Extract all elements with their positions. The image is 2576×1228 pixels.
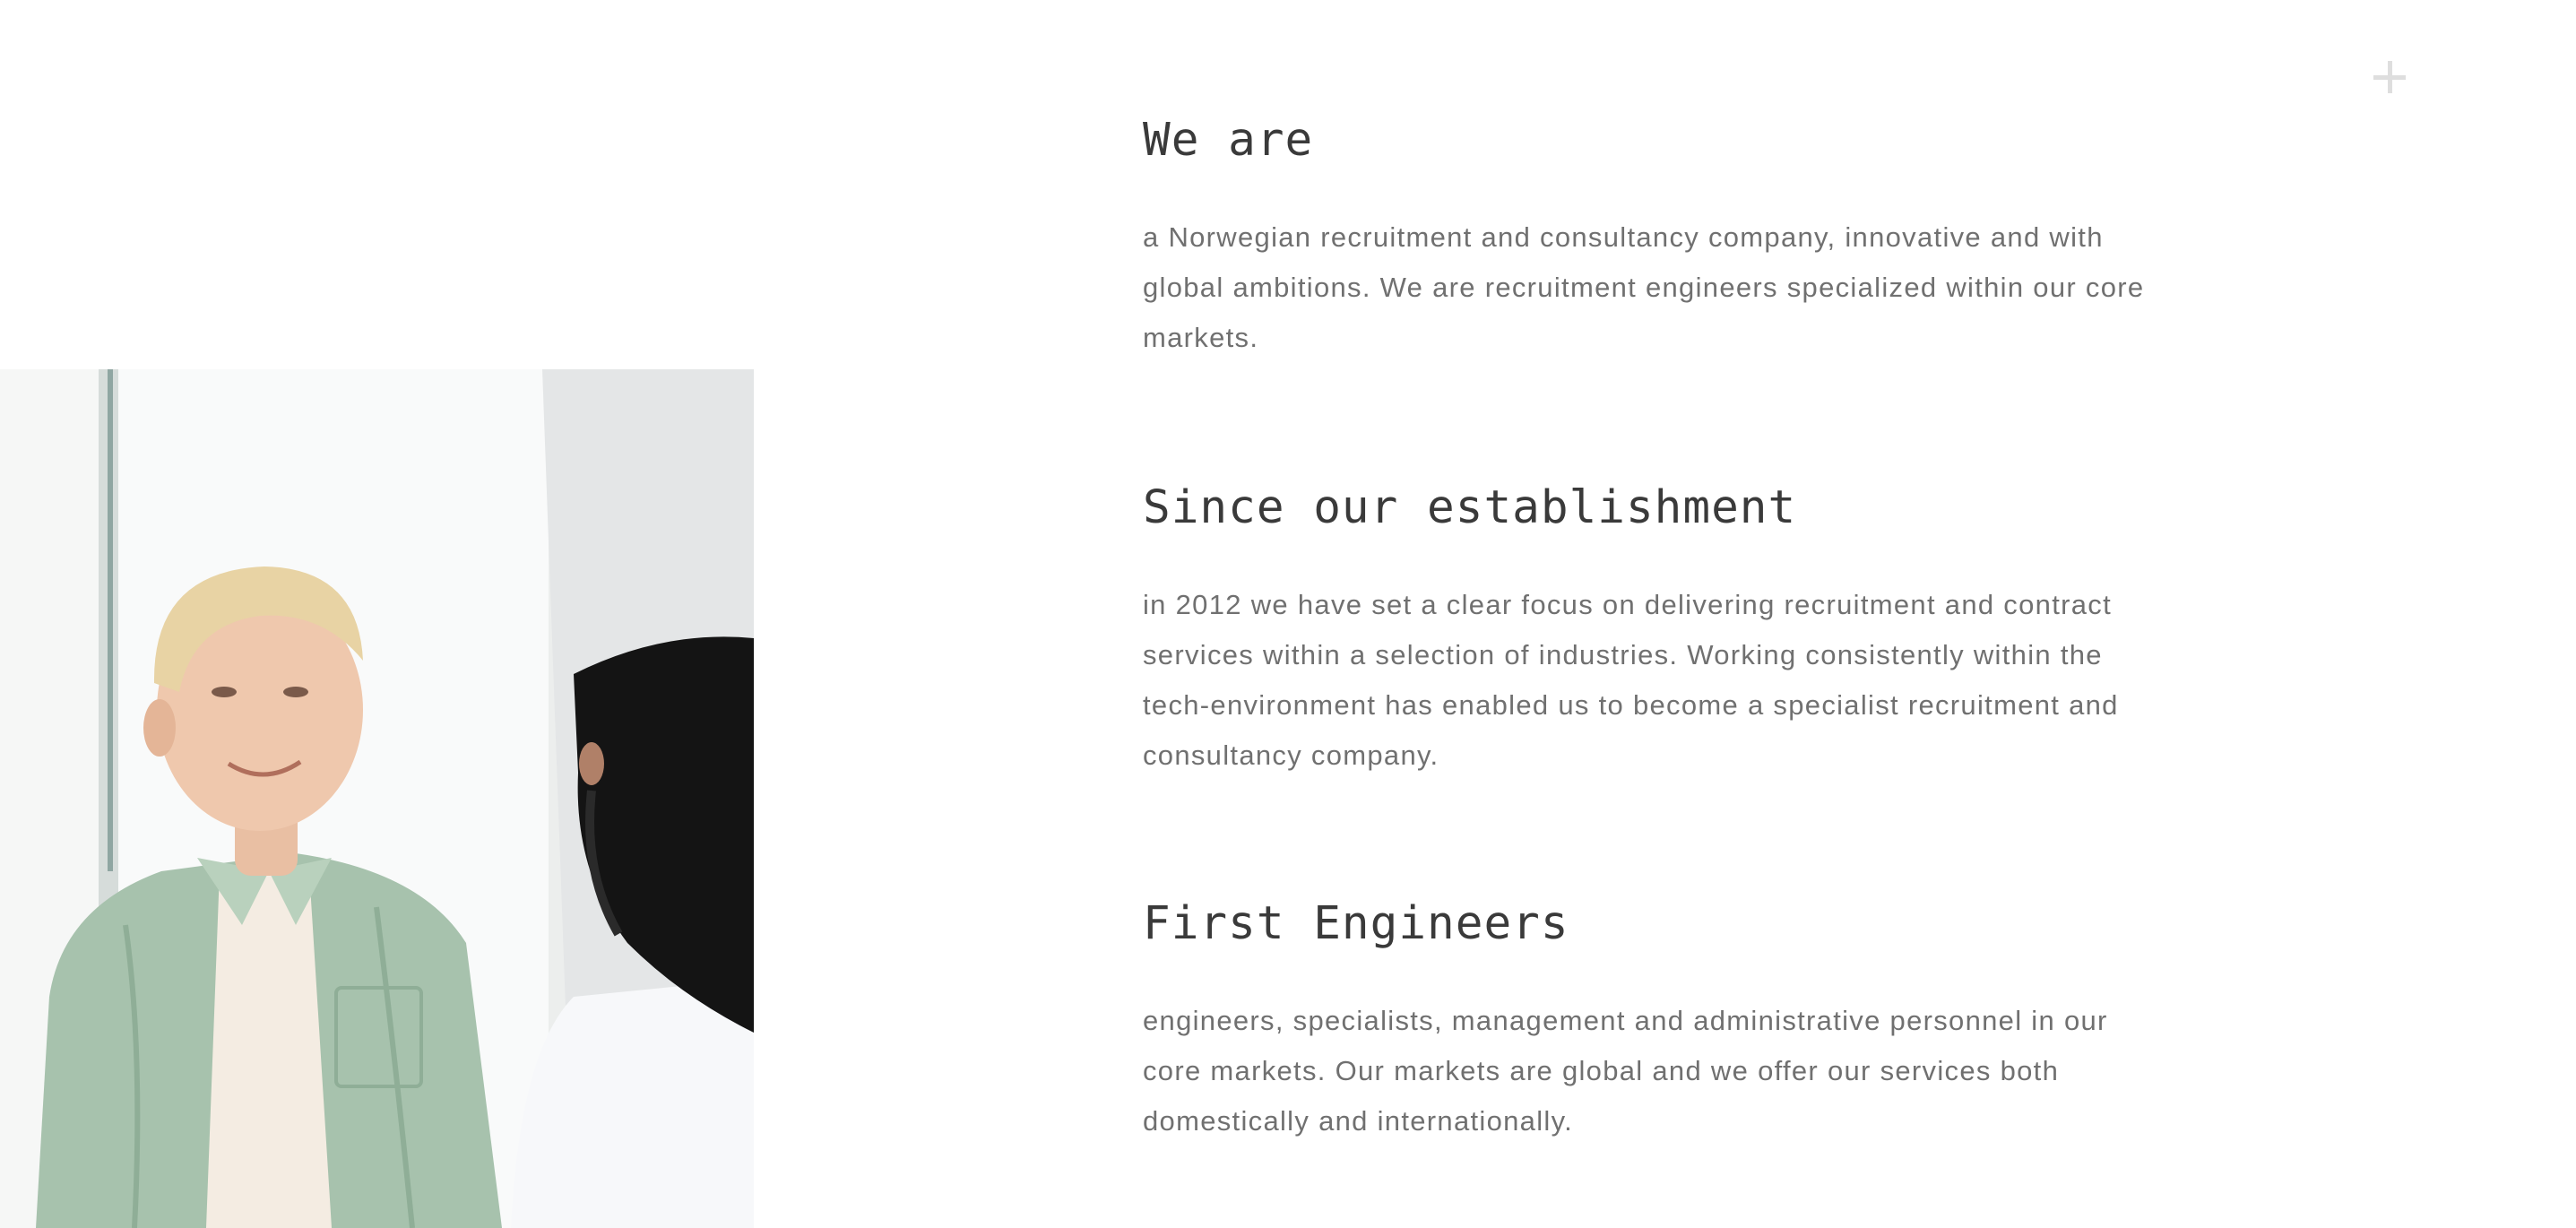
section-title: Since our establishment	[1143, 481, 1797, 534]
team-photo	[0, 369, 754, 1228]
expand-button[interactable]	[2372, 59, 2407, 95]
section-title: First Engineers	[1143, 897, 1569, 950]
about-section-we-are: We are a Norwegian recruitment and consu…	[1143, 114, 2156, 363]
about-section-establishment: Since our establishment in 2012 we have …	[1143, 481, 2156, 781]
section-body: a Norwegian recruitment and consultancy …	[1143, 221, 2145, 353]
team-photo-illustration	[0, 369, 754, 1228]
section-title: We are	[1143, 114, 1314, 167]
about-section-first-engineers: First Engineers engineers, specialists, …	[1143, 897, 2156, 1146]
section-body: in 2012 we have set a clear focus on del…	[1143, 589, 2119, 771]
section-body: engineers, specialists, management and a…	[1143, 1005, 2108, 1137]
